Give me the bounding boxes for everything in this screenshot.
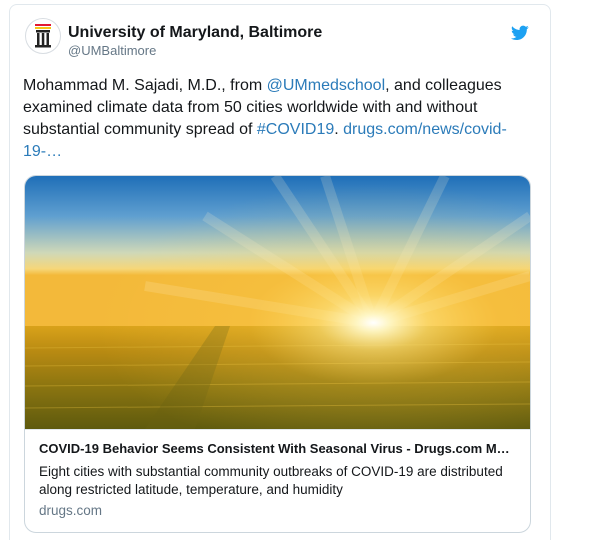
tweet-text: Mohammad M. Sajadi, M.D., from @UMmedsch…: [23, 75, 513, 163]
tweet-text-part: Mohammad M. Sajadi, M.D., from: [23, 77, 267, 94]
tweet-header: University of Maryland, Baltimore @UMBal…: [10, 5, 550, 65]
handle[interactable]: @UMBaltimore: [68, 43, 322, 58]
card-title[interactable]: COVID-19 Behavior Seems Consistent With …: [39, 440, 516, 457]
hashtag-link[interactable]: #COVID19: [257, 121, 334, 138]
display-name[interactable]: University of Maryland, Baltimore: [68, 24, 322, 42]
link-preview-body[interactable]: COVID-19 Behavior Seems Consistent With …: [25, 429, 530, 532]
author-info[interactable]: University of Maryland, Baltimore @UMBal…: [68, 24, 322, 58]
card-domain: drugs.com: [39, 503, 103, 518]
sunrise-field-image[interactable]: [25, 176, 530, 429]
tweet-card[interactable]: University of Maryland, Baltimore @UMBal…: [9, 4, 551, 540]
tweet-text-part: .: [334, 121, 344, 138]
twitter-bird-icon[interactable]: [511, 25, 529, 43]
mention-link[interactable]: @UMmedschool: [267, 77, 386, 94]
umb-logo-icon[interactable]: [25, 18, 61, 54]
page: University of Maryland, Baltimore @UMBal…: [0, 0, 600, 540]
link-preview-card[interactable]: COVID-19 Behavior Seems Consistent With …: [24, 175, 531, 533]
card-description: Eight cities with substantial community …: [39, 464, 503, 497]
